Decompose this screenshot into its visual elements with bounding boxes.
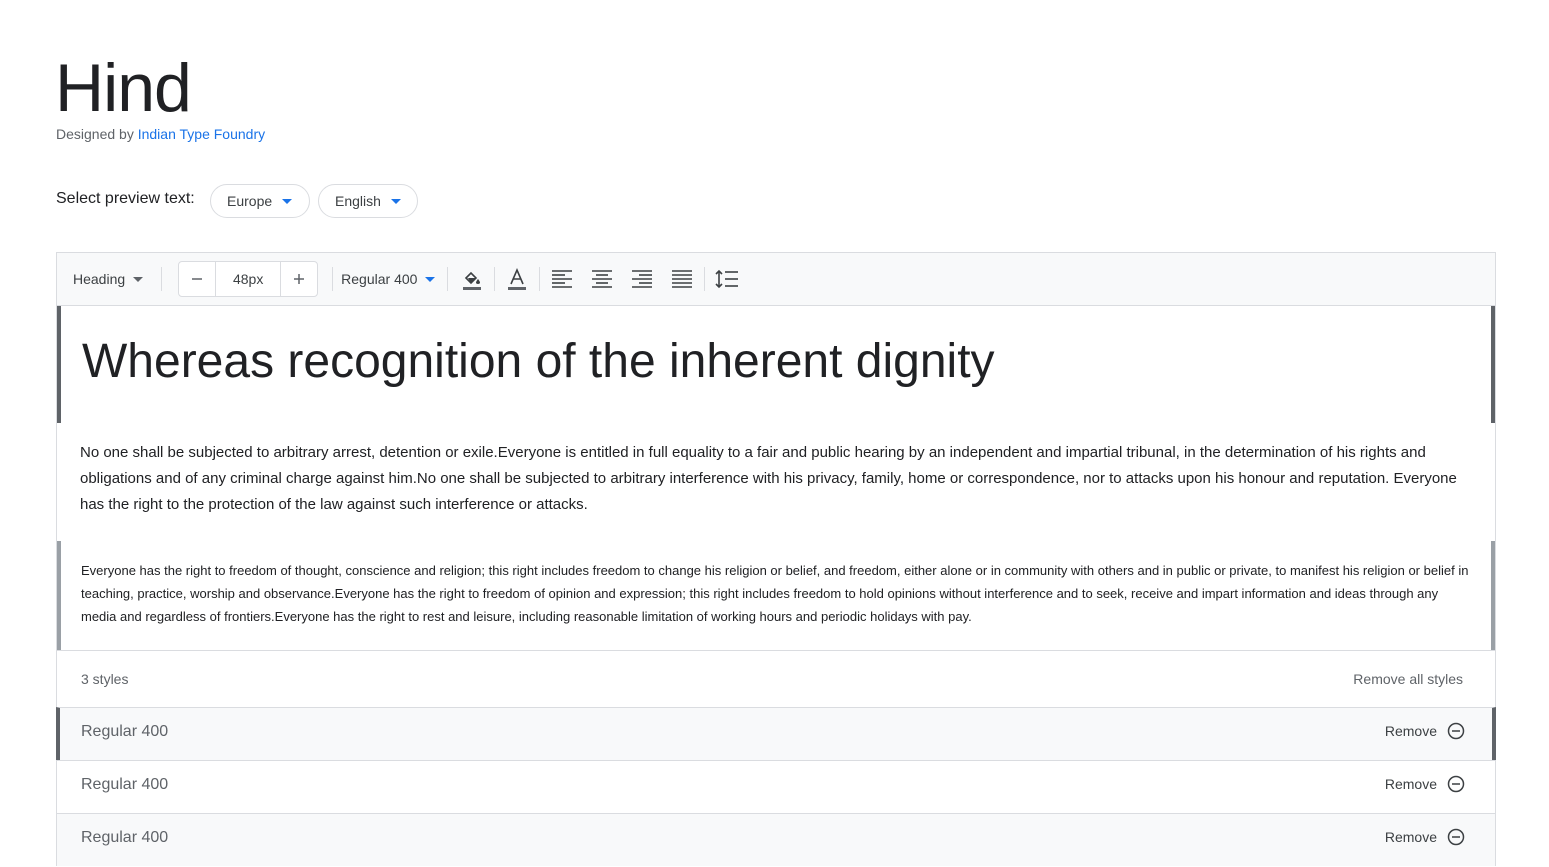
remove-style-label: Remove: [1384, 776, 1437, 792]
remove-circle-icon: [1447, 722, 1465, 740]
designer-line: Designed by Indian Type Foundry: [56, 126, 265, 142]
font-size-value[interactable]: 48px: [215, 262, 282, 296]
paragraph-block[interactable]: No one shall be subjected to arbitrary a…: [57, 440, 1495, 518]
decrease-size-button[interactable]: [179, 262, 215, 296]
align-center-icon: [592, 270, 613, 288]
remove-style-label: Remove: [1384, 723, 1437, 739]
style-row[interactable]: Regular 400 Remove: [56, 707, 1496, 760]
style-select[interactable]: Heading: [73, 271, 144, 287]
remove-style-label: Remove: [1384, 829, 1437, 845]
align-left-button[interactable]: [546, 263, 578, 295]
text-color-icon: [508, 267, 527, 290]
style-row-name: Regular 400: [81, 776, 169, 793]
heading-text[interactable]: Whereas recognition of the inherent dign…: [82, 332, 995, 392]
font-size-stepper: 48px: [178, 261, 319, 297]
chevron-down-icon: [390, 198, 401, 204]
toolbar-divider: [494, 267, 496, 291]
style-row[interactable]: Regular 400 Remove: [56, 760, 1496, 813]
remove-circle-icon: [1447, 828, 1465, 846]
fill-color-icon: [463, 271, 482, 290]
font-title: Hind: [55, 50, 192, 126]
plus-icon: [294, 274, 305, 284]
chevron-down-icon: [133, 276, 144, 282]
weight-select[interactable]: Regular 400: [341, 271, 436, 287]
language-select[interactable]: English: [318, 184, 418, 218]
small-text-block[interactable]: Everyone has the right to freedom of tho…: [57, 541, 1495, 650]
align-right-icon: [632, 270, 653, 288]
style-row-name: Regular 400: [81, 829, 169, 846]
toolbar-divider: [704, 267, 706, 291]
minus-icon: [192, 278, 203, 280]
remove-style-button[interactable]: Remove: [1385, 722, 1465, 740]
align-justify-icon: [672, 270, 693, 288]
toolbar-divider: [332, 267, 334, 291]
heading-block[interactable]: Whereas recognition of the inherent dign…: [57, 306, 1495, 423]
designer-link[interactable]: Indian Type Foundry: [138, 126, 265, 142]
remove-all-styles-button[interactable]: Remove all styles: [1353, 671, 1463, 687]
align-center-button[interactable]: [586, 263, 618, 295]
style-select-label: Heading: [73, 271, 126, 287]
language-select-label: English: [335, 193, 381, 209]
line-height-icon: [715, 269, 739, 289]
text-color-button[interactable]: [501, 263, 533, 295]
style-row-name: Regular 400: [81, 723, 169, 740]
region-select-label: Europe: [227, 193, 273, 209]
styles-count: 3 styles: [81, 671, 129, 687]
toolbar-divider: [539, 267, 541, 291]
preview-editor: Whereas recognition of the inherent dign…: [56, 306, 1496, 651]
remove-style-button[interactable]: Remove: [1385, 828, 1465, 846]
chevron-down-icon: [282, 198, 293, 204]
preview-text-label: Select preview text:: [56, 190, 195, 207]
align-left-icon: [552, 270, 573, 288]
increase-size-button[interactable]: [281, 262, 317, 296]
align-justify-button[interactable]: [666, 263, 698, 295]
style-row[interactable]: Regular 400 Remove: [56, 813, 1496, 866]
toolbar-divider: [447, 267, 449, 291]
remove-circle-icon: [1447, 775, 1465, 793]
region-select[interactable]: Europe: [210, 184, 310, 218]
designed-by-label: Designed by: [56, 126, 134, 142]
remove-style-button[interactable]: Remove: [1385, 775, 1465, 793]
styles-header: 3 styles Remove all styles: [56, 650, 1496, 708]
align-right-button[interactable]: [626, 263, 658, 295]
chevron-down-icon: [425, 276, 436, 282]
weight-select-label: Regular 400: [341, 271, 418, 287]
line-height-button[interactable]: [711, 263, 743, 295]
editor-toolbar: Heading 48px Regular 400: [56, 252, 1496, 306]
background-color-button[interactable]: [456, 263, 488, 295]
toolbar-divider: [161, 267, 163, 291]
